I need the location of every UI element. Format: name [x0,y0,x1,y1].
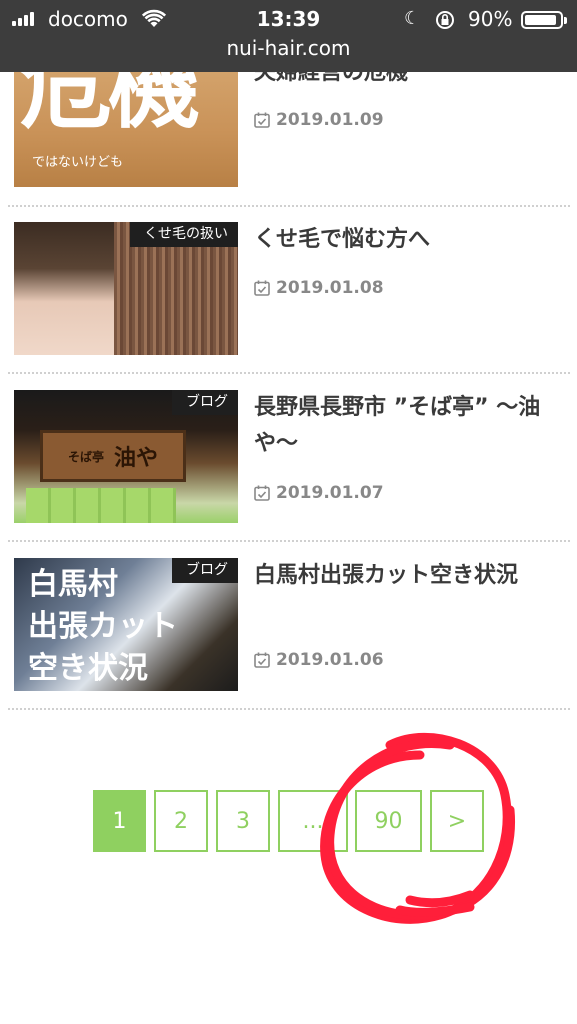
page-ellipsis: ... [278,790,348,852]
thumbnail-text: 白馬村 出張カット 空き状況 [28,567,178,686]
divider [8,205,570,207]
post-date: 2019.01.08 [254,278,384,298]
post-date: 2019.01.07 [254,483,384,503]
post-title[interactable]: くせ毛で悩む方へ [254,222,554,258]
do-not-disturb-icon: ☾ [404,8,421,29]
page-3-button[interactable]: 3 [216,790,270,852]
post-thumbnail[interactable]: そば亭 油や ブログ [14,390,238,523]
calendar-icon [254,112,270,128]
post-date: 2019.01.09 [254,110,384,130]
page-1-button[interactable]: 1 [93,790,146,852]
divider [8,708,570,710]
calendar-icon [254,652,270,668]
divider [8,540,570,542]
category-badge[interactable]: くせ毛の扱い [130,222,238,247]
post-title[interactable]: 長野県長野市 ”そば亭” 〜油や〜 [254,390,559,462]
rotation-lock-icon [434,9,456,36]
category-badge[interactable]: ブログ [172,390,238,415]
address-bar-url[interactable]: nui-hair.com [0,36,577,60]
page-2-button[interactable]: 2 [154,790,208,852]
thumbnail-sign: そば亭 油や [40,430,186,482]
battery-percentage: 90% [468,7,513,31]
battery-icon [521,11,567,29]
calendar-icon [254,485,270,501]
divider [8,372,570,374]
status-bar: docomo 13:39 ☾ 90% nui-hair.com [0,0,577,72]
post-title[interactable]: 白馬村出張カット空き状況 [254,558,554,594]
category-badge[interactable]: ブログ [172,558,238,583]
next-page-button[interactable]: > [430,790,484,852]
post-date: 2019.01.06 [254,650,384,670]
post-thumbnail[interactable]: 白馬村 出張カット 空き状況 ブログ [14,558,238,691]
thumbnail-caption: ではないけども [32,155,124,170]
post-thumbnail[interactable]: くせ毛の扱い [14,222,238,355]
calendar-icon [254,280,270,296]
page-90-button[interactable]: 90 [355,790,422,852]
post-thumbnail[interactable]: 危機 ではないけども [14,53,238,187]
pagination: 1 2 3 ... 90 > [0,790,577,856]
